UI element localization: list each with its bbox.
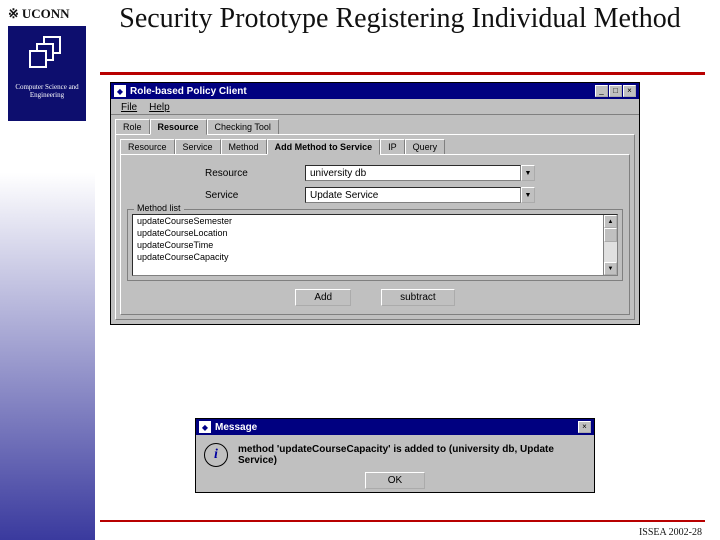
divider-bottom <box>100 520 705 522</box>
scroll-thumb[interactable] <box>604 228 617 242</box>
list-item[interactable]: updateCourseTime <box>133 239 603 251</box>
subtract-button[interactable]: subtract <box>381 289 455 306</box>
primary-tabs: Role Resource Checking Tool <box>111 115 639 134</box>
tab-resource[interactable]: Resource <box>150 119 207 135</box>
message-dialog: ◆ Message × i method 'updateCourseCapaci… <box>195 418 595 493</box>
close-button[interactable]: × <box>623 85 636 97</box>
tab-sub-add-method[interactable]: Add Method to Service <box>267 139 381 155</box>
divider-top <box>100 72 705 75</box>
chevron-down-icon[interactable]: ▼ <box>521 187 535 203</box>
dept-text: Computer Science and Engineering <box>8 84 86 99</box>
primary-panel: Resource Service Method Add Method to Se… <box>115 134 635 320</box>
add-button[interactable]: Add <box>295 289 351 306</box>
service-label: Service <box>205 190 305 201</box>
msg-text: method 'updateCourseCapacity' is added t… <box>238 444 586 466</box>
scroll-up-icon[interactable]: ▲ <box>604 215 617 228</box>
uconn-logo: UCONN Computer Science and Engineering <box>8 6 86 121</box>
method-list-legend: Method list <box>134 203 184 213</box>
msg-window-icon: ◆ <box>199 421 211 433</box>
method-list-fieldset: Method list updateCourseSemester updateC… <box>127 209 623 281</box>
menu-help[interactable]: Help <box>143 101 176 112</box>
page-number: ISSEA 2002-28 <box>639 527 702 538</box>
minimize-button[interactable]: _ <box>595 85 608 97</box>
service-combo[interactable]: Update Service ▼ <box>305 187 535 203</box>
logo-graphic: Computer Science and Engineering <box>8 26 86 121</box>
tab-sub-ip[interactable]: IP <box>380 139 405 154</box>
msg-titlebar[interactable]: ◆ Message × <box>196 419 594 435</box>
slide-title: Security Prototype Registering Individua… <box>100 4 700 35</box>
brand-name: UCONN <box>8 6 86 22</box>
tab-sub-method[interactable]: Method <box>221 139 267 154</box>
secondary-tabs: Resource Service Method Add Method to Se… <box>120 139 630 154</box>
resource-value[interactable]: university db <box>305 165 521 181</box>
titlebar[interactable]: ◆ Role-based Policy Client _ □ × <box>111 83 639 99</box>
tab-sub-query[interactable]: Query <box>405 139 446 154</box>
list-item[interactable]: updateCourseSemester <box>133 215 603 227</box>
service-value[interactable]: Update Service <box>305 187 521 203</box>
scroll-down-icon[interactable]: ▼ <box>604 262 617 275</box>
menu-file[interactable]: File <box>115 101 143 112</box>
scrollbar[interactable]: ▲ ▼ <box>603 215 617 275</box>
resource-combo[interactable]: university db ▼ <box>305 165 535 181</box>
resource-label: Resource <box>205 168 305 179</box>
list-item[interactable]: updateCourseCapacity <box>133 251 603 263</box>
info-icon: i <box>204 443 228 467</box>
msg-title: Message <box>215 422 257 433</box>
tab-role[interactable]: Role <box>115 119 150 134</box>
ok-button[interactable]: OK <box>365 472 425 489</box>
secondary-panel: Resource university db ▼ Service Update … <box>120 154 630 315</box>
tab-sub-resource[interactable]: Resource <box>120 139 175 154</box>
tab-sub-service[interactable]: Service <box>175 139 221 154</box>
policy-client-window: ◆ Role-based Policy Client _ □ × File He… <box>110 82 640 325</box>
tab-checking[interactable]: Checking Tool <box>207 119 279 134</box>
list-item[interactable]: updateCourseLocation <box>133 227 603 239</box>
menubar: File Help <box>111 99 639 115</box>
msg-close-button[interactable]: × <box>578 421 591 433</box>
maximize-button[interactable]: □ <box>609 85 622 97</box>
window-title: Role-based Policy Client <box>130 86 247 97</box>
chevron-down-icon[interactable]: ▼ <box>521 165 535 181</box>
method-listbox[interactable]: updateCourseSemester updateCourseLocatio… <box>132 214 618 276</box>
window-icon: ◆ <box>114 85 126 97</box>
